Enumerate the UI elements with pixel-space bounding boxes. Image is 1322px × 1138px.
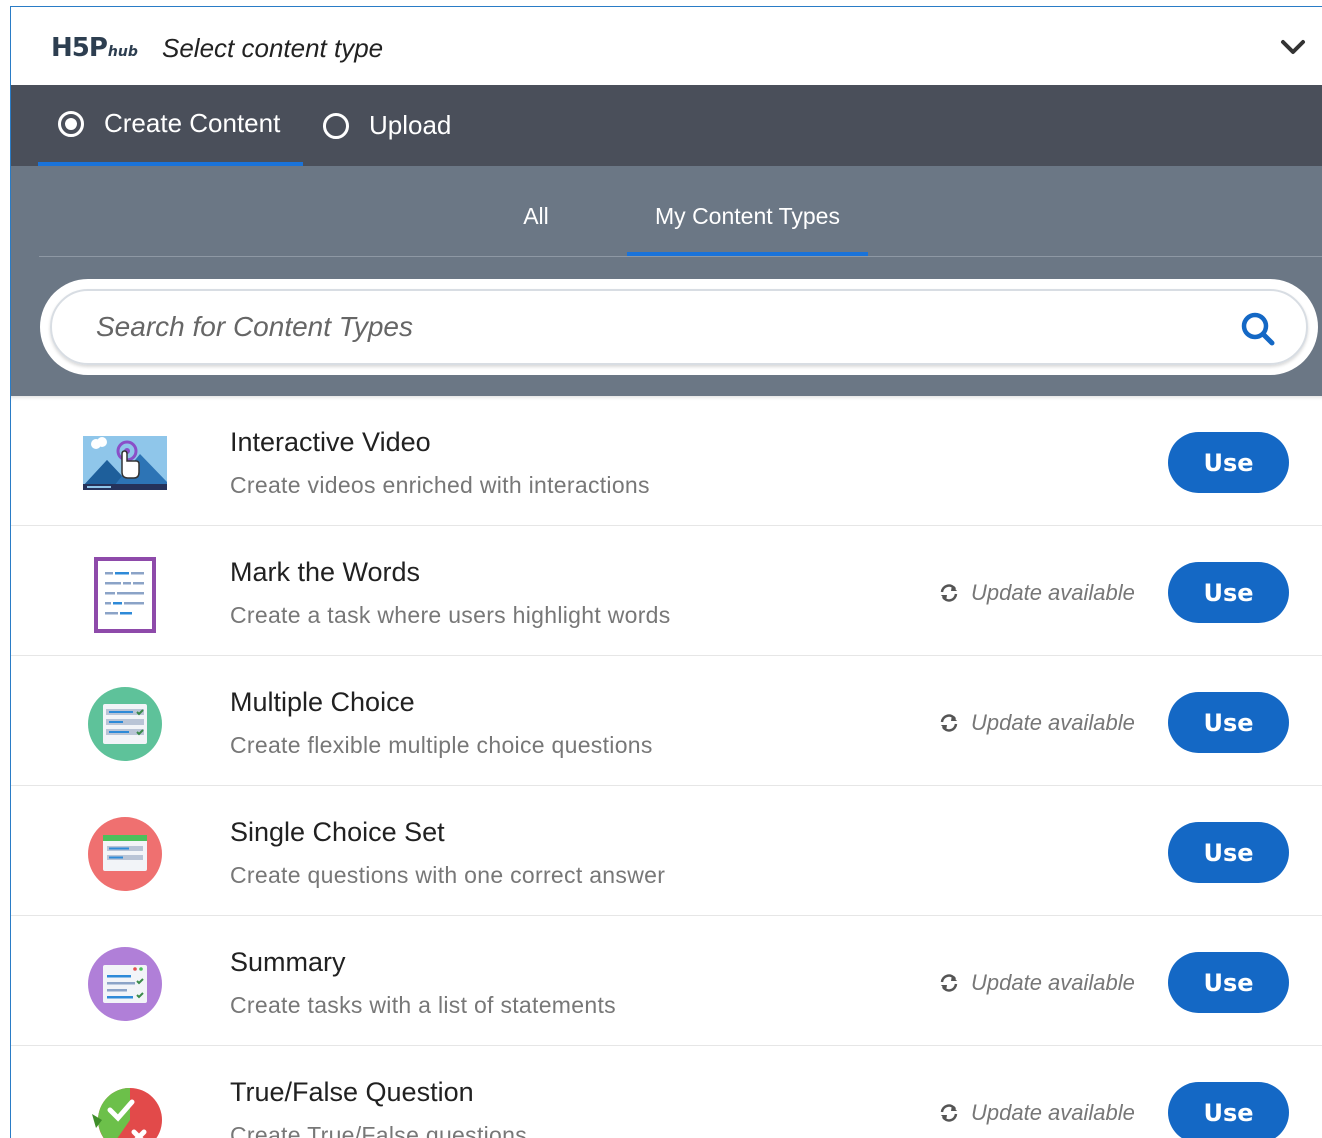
mark-the-words-icon (94, 557, 156, 633)
logo-sub: hub (107, 44, 138, 60)
item-title: Multiple Choice (230, 687, 415, 717)
refresh-icon (940, 974, 958, 992)
refresh-icon (940, 1104, 958, 1122)
filter-area: All My Content Types (11, 166, 1322, 396)
tab-all[interactable]: All (501, 166, 571, 256)
use-button[interactable]: Use (1168, 1082, 1289, 1138)
use-button[interactable]: Use (1168, 562, 1289, 623)
search-icon[interactable] (1240, 311, 1276, 347)
search-box (40, 279, 1318, 375)
create-content-label: Create Content (104, 108, 281, 138)
item-title: Summary (230, 947, 346, 977)
list-item[interactable]: Multiple Choice Create flexible multiple… (11, 656, 1322, 786)
use-button[interactable]: Use (1168, 432, 1289, 493)
tab-divider (39, 256, 1322, 257)
use-button[interactable]: Use (1168, 692, 1289, 753)
use-button[interactable]: Use (1168, 952, 1289, 1013)
item-title: Interactive Video (230, 427, 431, 457)
update-label: Update available (971, 1100, 1135, 1125)
use-button[interactable]: Use (1168, 822, 1289, 883)
search-field-border (50, 289, 1308, 365)
update-label: Update available (971, 580, 1135, 605)
update-label: Update available (971, 970, 1135, 995)
search-input[interactable] (96, 291, 1146, 363)
logo-main: H5P (51, 33, 108, 63)
radio-unselected-icon[interactable] (323, 112, 349, 139)
update-available[interactable]: Update available (939, 970, 1135, 996)
content-type-hub: H5Phub Select content type Create Conten… (10, 6, 1322, 1138)
update-available[interactable]: Update available (939, 580, 1135, 606)
refresh-icon (940, 584, 958, 602)
mode-bar: Create Content Upload (11, 85, 1322, 166)
update-available[interactable]: Update available (939, 710, 1135, 736)
item-description: Create tasks with a list of statements (230, 992, 616, 1018)
list-item[interactable]: True/False Question Create True/False qu… (11, 1046, 1322, 1138)
list-item[interactable]: Single Choice Set Create questions with … (11, 786, 1322, 916)
item-description: Create flexible multiple choice question… (230, 732, 653, 758)
summary-icon (88, 947, 162, 1021)
create-content-tab[interactable]: Create Content (38, 85, 303, 166)
list-item[interactable]: Mark the Words Create a task where users… (11, 526, 1322, 656)
h5p-hub-logo: H5Phub (51, 33, 138, 63)
item-description: Create videos enriched with interactions (230, 472, 650, 498)
item-description: Create a task where users highlight word… (230, 602, 671, 628)
true-false-icon (92, 1088, 162, 1138)
radio-selected-icon[interactable] (58, 110, 84, 137)
list-item[interactable]: Interactive Video Create videos enriched… (11, 396, 1322, 526)
single-choice-set-icon (88, 817, 162, 891)
item-title: Mark the Words (230, 557, 421, 587)
hub-header[interactable]: H5Phub Select content type (11, 7, 1322, 85)
item-title: Single Choice Set (230, 817, 445, 847)
list-item[interactable]: Summary Create tasks with a list of stat… (11, 916, 1322, 1046)
upload-tab[interactable]: Upload (323, 85, 523, 166)
item-description: Create True/False questions (230, 1122, 528, 1138)
header-title: Select content type (162, 33, 384, 63)
refresh-icon (940, 714, 958, 732)
upload-label: Upload (369, 110, 452, 140)
tab-my-content-types[interactable]: My Content Types (627, 166, 868, 256)
item-title: True/False Question (230, 1077, 474, 1107)
update-label: Update available (971, 710, 1135, 735)
update-available[interactable]: Update available (939, 1100, 1135, 1126)
item-description: Create questions with one correct answer (230, 862, 666, 888)
content-type-list: Interactive Video Create videos enriched… (11, 396, 1322, 1138)
chevron-down-icon[interactable] (1280, 37, 1306, 57)
multiple-choice-icon (88, 687, 162, 761)
interactive-video-icon (83, 436, 167, 490)
